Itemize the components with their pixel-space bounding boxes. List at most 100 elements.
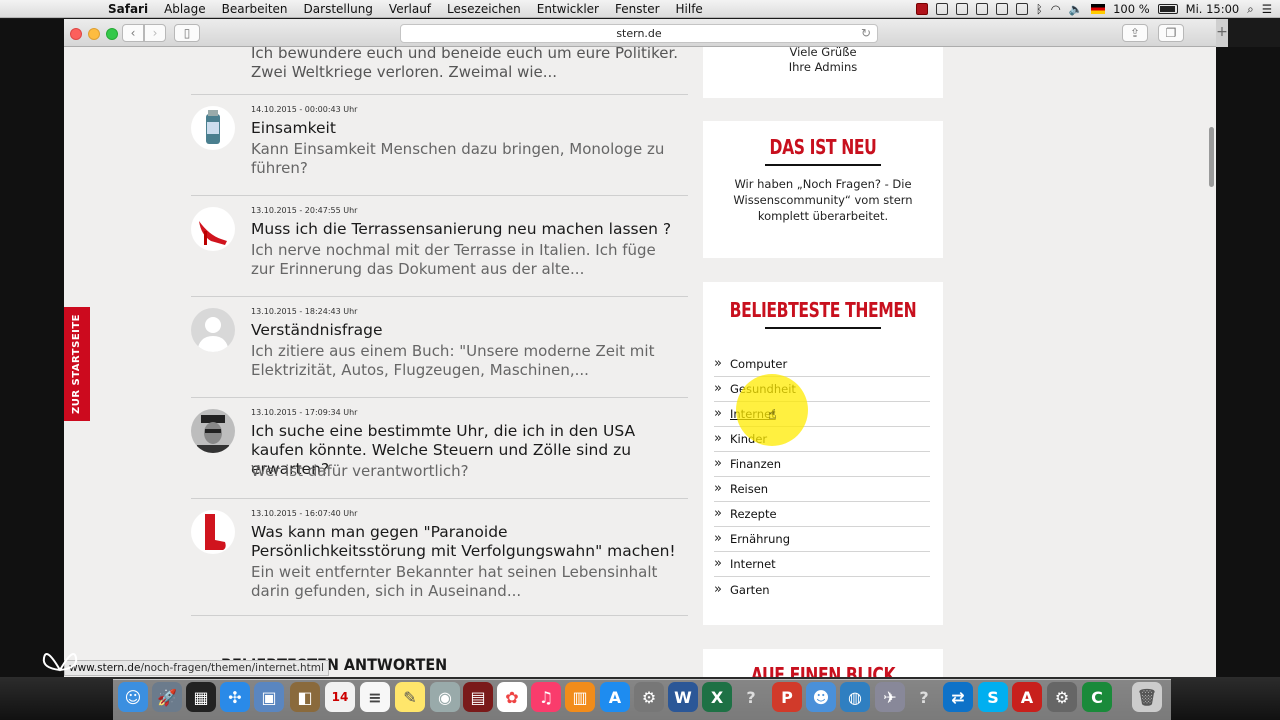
topic-link[interactable]: » Finanzen [714, 452, 930, 477]
menu-verlauf[interactable]: Verlauf [381, 2, 439, 16]
utility-app-icon[interactable]: ✈ [875, 682, 905, 712]
topic-label[interactable]: Computer [730, 352, 787, 376]
contacts-icon[interactable]: ◧ [290, 682, 320, 712]
topic-label[interactable]: Ernährung [730, 527, 790, 551]
mission-control-icon[interactable]: ▦ [186, 682, 216, 712]
bluetooth-icon[interactable]: ᛒ [1036, 2, 1043, 16]
notes-icon[interactable]: ✎ [395, 682, 425, 712]
unknown-app-icon[interactable]: ? [736, 682, 766, 712]
question-item[interactable]: 13.10.2015 - 20:47:55 Uhr Muss ich die T… [191, 195, 688, 296]
app-store-icon[interactable]: A [600, 682, 630, 712]
user-avatar[interactable] [191, 207, 235, 251]
question-item[interactable]: 14.10.2015 - 00:00:43 Uhr Einsamkeit Kan… [191, 94, 688, 195]
question-title[interactable]: Einsamkeit [251, 119, 681, 138]
record-icon[interactable] [915, 3, 928, 15]
topic-link[interactable]: » Internet [714, 552, 930, 577]
fullscreen-window-button[interactable] [106, 28, 118, 40]
user-avatar[interactable] [191, 409, 235, 453]
spotlight-search-icon[interactable]: ⌕ [1247, 2, 1253, 17]
zur-startseite-tab[interactable]: ZUR STARTSEITE [64, 307, 90, 421]
menu-fenster[interactable]: Fenster [607, 2, 668, 16]
topic-link[interactable]: » Garten [714, 577, 930, 602]
camtasia-icon[interactable]: C [1082, 682, 1112, 712]
user-avatar[interactable] [191, 510, 235, 554]
dropbox-icon[interactable] [955, 3, 968, 15]
messenger-icon[interactable]: ☻ [806, 682, 836, 712]
topic-link[interactable]: » Ernährung [714, 527, 930, 552]
automator-icon[interactable]: ⚙ [1047, 682, 1077, 712]
new-tab-button[interactable]: + [1216, 19, 1228, 47]
question-excerpt[interactable]: Ein weit entfernter Bekannter hat seinen… [251, 563, 681, 601]
scrollbar-thumb[interactable] [1209, 127, 1214, 187]
skype-icon[interactable]: S [978, 682, 1008, 712]
topic-label[interactable]: Garten [730, 578, 770, 602]
topic-label[interactable]: Rezepte [730, 502, 777, 526]
topic-link[interactable]: » Computer [714, 352, 930, 377]
excel-icon[interactable]: X [702, 682, 732, 712]
menu-bearbeiten[interactable]: Bearbeiten [214, 2, 296, 16]
word-icon[interactable]: W [668, 682, 698, 712]
unknown-app-icon[interactable]: ? [909, 682, 939, 712]
notification-center-icon[interactable]: ☰ [1262, 2, 1272, 16]
topic-link[interactable]: » Reisen [714, 477, 930, 502]
launchpad-icon[interactable]: 🚀 [152, 682, 182, 712]
finder-icon[interactable]: ☺ [118, 682, 148, 712]
menu-darstellung[interactable]: Darstellung [296, 2, 381, 16]
close-app-icon[interactable] [935, 3, 948, 15]
share-button[interactable]: ⇪ [1122, 24, 1148, 42]
question-item[interactable]: 13.10.2015 - 18:24:43 Uhr Verständnisfra… [191, 296, 688, 397]
preview-icon[interactable]: ▣ [254, 682, 284, 712]
sidebar-toggle-button[interactable]: ▯ [174, 24, 200, 42]
acrobat-icon[interactable]: A [1012, 682, 1042, 712]
image-capture-icon[interactable]: ◉ [430, 682, 460, 712]
default-avatar-icon[interactable] [191, 308, 235, 352]
globe-app-icon[interactable]: ◍ [840, 682, 870, 712]
reminders-icon[interactable]: ≡ [360, 682, 390, 712]
battery-icon[interactable] [1157, 4, 1178, 14]
clock[interactable]: Mi. 15:00 [1186, 2, 1240, 16]
topic-link[interactable]: » Rezepte [714, 502, 930, 527]
volume-icon[interactable]: 🔈 [1069, 2, 1083, 16]
trash-icon[interactable]: 🗑 [1132, 682, 1162, 712]
reload-icon[interactable]: ↻ [861, 25, 871, 42]
topic-label[interactable]: Reisen [730, 477, 768, 501]
minimize-window-button[interactable] [88, 28, 100, 40]
question-title[interactable]: Muss ich die Terrassensanierung neu mach… [251, 220, 681, 239]
sync-icon[interactable] [975, 3, 988, 15]
german-flag-icon[interactable] [1091, 4, 1106, 14]
previous-question-snippet[interactable]: Ich bewundere euch und beneide euch um e… [251, 47, 681, 82]
show-tabs-button[interactable]: ❐ [1158, 24, 1184, 42]
battery-percent[interactable]: 100 % [1113, 2, 1150, 16]
itunes-icon[interactable]: ♫ [531, 682, 561, 712]
skype-status-icon[interactable] [995, 3, 1008, 15]
teamviewer-icon[interactable]: ⇄ [943, 682, 973, 712]
wifi-icon[interactable]: ◠ [1051, 2, 1061, 16]
user-avatar[interactable] [191, 106, 235, 150]
ibooks-icon[interactable]: ▥ [565, 682, 595, 712]
topic-label[interactable]: Finanzen [730, 452, 781, 476]
question-title[interactable]: Verständnisfrage [251, 321, 681, 340]
question-excerpt[interactable]: Ich zitiere aus einem Buch: "Unsere mode… [251, 342, 681, 380]
menu-app-safari[interactable]: Safari [100, 2, 156, 16]
safari-icon[interactable]: ✣ [220, 682, 250, 712]
topic-label[interactable]: Internet [730, 552, 776, 576]
calendar-icon[interactable]: 14 [325, 682, 355, 712]
clipboard-icon[interactable] [1015, 3, 1028, 15]
menu-hilfe[interactable]: Hilfe [668, 2, 711, 16]
photo-booth-icon[interactable]: ▤ [463, 682, 493, 712]
menu-entwickler[interactable]: Entwickler [529, 2, 607, 16]
back-button[interactable]: ‹ [122, 24, 144, 42]
page-scrollbar[interactable] [1207, 47, 1216, 677]
system-preferences-icon[interactable]: ⚙ [634, 682, 664, 712]
question-excerpt[interactable]: Ich nerve nochmal mit der Terrasse in It… [251, 241, 681, 279]
menu-ablage[interactable]: Ablage [156, 2, 214, 16]
powerpoint-icon[interactable]: P [772, 682, 802, 712]
forward-button[interactable]: › [144, 24, 166, 42]
question-item[interactable]: 13.10.2015 - 17:09:34 Uhr Ich suche eine… [191, 397, 688, 498]
question-excerpt[interactable]: Wer ist dafür verantwortlich? [251, 462, 681, 481]
question-title[interactable]: Was kann man gegen "Paranoide Persönlich… [251, 523, 681, 561]
photos-icon[interactable]: ✿ [497, 682, 527, 712]
question-excerpt[interactable]: Kann Einsamkeit Menschen dazu bringen, M… [251, 140, 681, 178]
menu-lesezeichen[interactable]: Lesezeichen [439, 2, 529, 16]
address-bar[interactable]: stern.de ↻ [400, 24, 878, 43]
